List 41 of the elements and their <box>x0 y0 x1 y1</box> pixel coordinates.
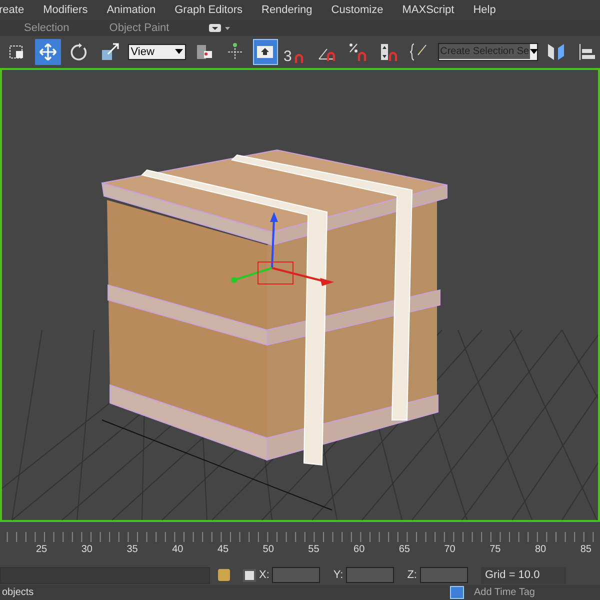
menu-item[interactable]: Help <box>473 2 496 18</box>
frame-number: 80 <box>534 543 548 558</box>
ribbon-tab[interactable]: Selection <box>24 20 70 36</box>
z-coordinate-field[interactable] <box>420 567 468 584</box>
menu-item[interactable]: MAXScript <box>402 2 454 18</box>
frame-number: 65 <box>398 543 411 558</box>
menu-item[interactable]: Rendering <box>262 2 312 18</box>
frame-number: 60 <box>354 543 366 558</box>
frame-number: 25 <box>36 543 48 558</box>
time-tag-icon[interactable] <box>450 586 464 599</box>
menu-item[interactable]: reate <box>0 2 24 18</box>
caret-icon <box>530 49 538 54</box>
menu-item[interactable]: Animation <box>106 2 156 18</box>
frame-number: 50 <box>262 543 275 558</box>
grid-readout: Grid = 10.0 <box>480 566 566 584</box>
z-label: Z: <box>407 568 417 583</box>
frame-number: 85 <box>580 543 592 558</box>
ribbon-tab[interactable]: Object Paint <box>109 20 170 36</box>
dropdown-icon[interactable] <box>209 22 232 33</box>
frame-number: 45 <box>217 543 230 558</box>
status-prompt: objects <box>1 586 35 600</box>
y-label: Y: <box>333 568 344 583</box>
transform-mode-icon[interactable] <box>243 568 256 582</box>
menu-item[interactable]: Customize <box>331 2 384 18</box>
manipulate-icon[interactable] <box>252 38 278 65</box>
menu-item[interactable]: Modifiers <box>43 2 88 18</box>
frame-number: 55 <box>308 543 320 558</box>
time-tag-field[interactable]: Add Time Tag <box>474 584 535 600</box>
frame-number: 35 <box>126 543 139 558</box>
menu-item[interactable]: Graph Editors <box>174 2 242 18</box>
frame-number: 75 <box>490 543 502 558</box>
frame-number: 40 <box>172 543 184 558</box>
x-coordinate-field[interactable] <box>272 567 320 584</box>
y-coordinate-field[interactable] <box>346 567 394 584</box>
x-label: X: <box>259 568 270 583</box>
reference-coordinate-dropdown[interactable]: View <box>128 44 186 60</box>
move-icon[interactable] <box>34 38 61 65</box>
snap-toggle[interactable]: 3 <box>283 40 310 64</box>
frame-number: 30 <box>81 543 94 558</box>
caret-icon <box>174 49 183 54</box>
frame-number: 70 <box>444 543 456 558</box>
